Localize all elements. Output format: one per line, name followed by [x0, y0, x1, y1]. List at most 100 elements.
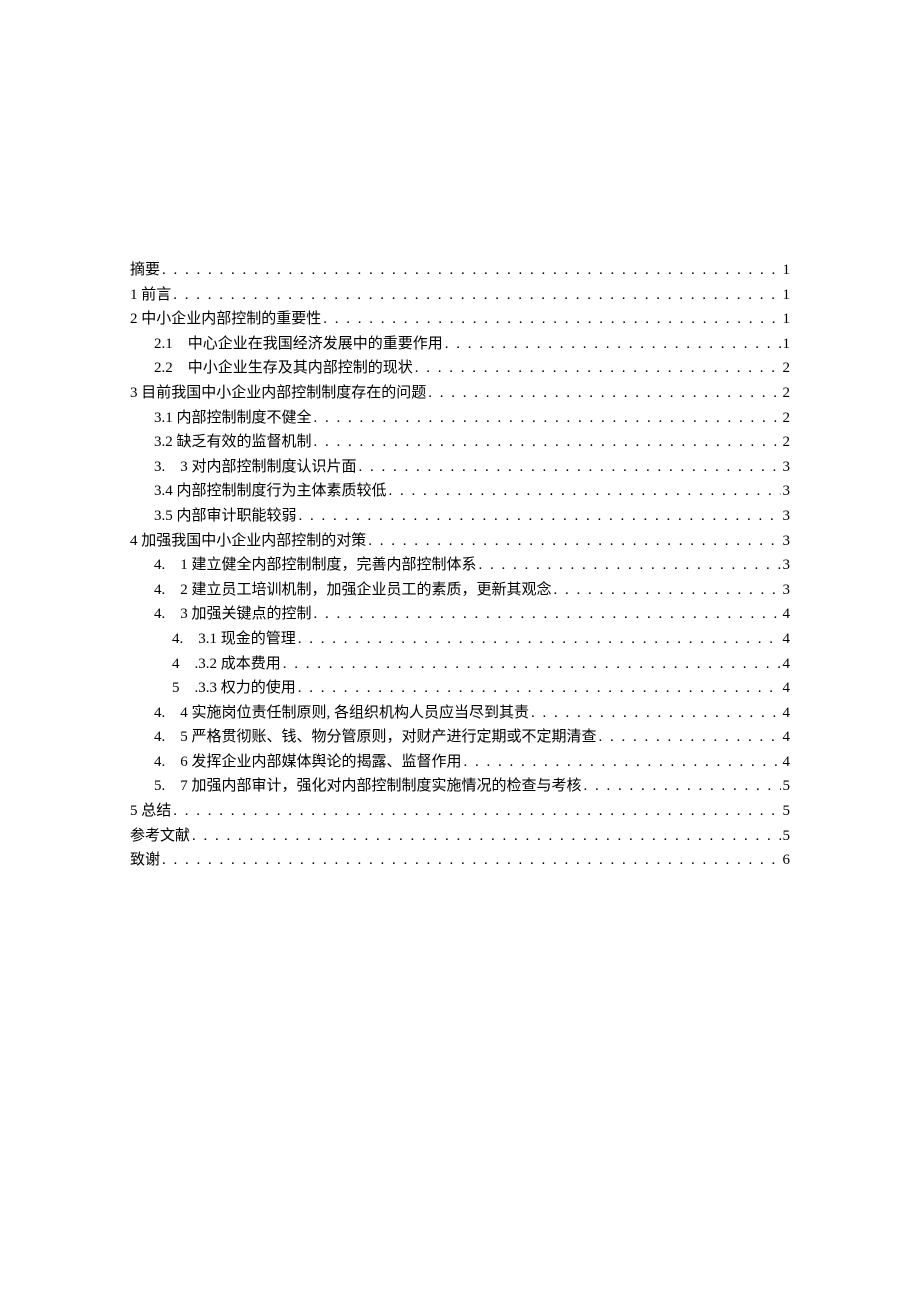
toc-label: 4 .3.2 成本费用 — [172, 652, 281, 677]
toc-page-number: 3 — [783, 578, 791, 603]
toc-label: 4. 3 加强关键点的控制 — [154, 602, 312, 627]
toc-page-number: 1 — [783, 258, 791, 283]
toc-entry: 4. 4 实施岗位责任制原则, 各组织机构人员应当尽到其责 4 — [130, 701, 790, 726]
toc-entry: 2 中小企业内部控制的重要性 1 — [130, 307, 790, 332]
toc-leader-dots — [599, 725, 781, 750]
toc-label: 摘要 — [130, 258, 160, 283]
toc-leader-dots — [415, 356, 781, 381]
toc-page-number: 3 — [783, 553, 791, 578]
toc-entry: 4. 5 严格贯彻账、钱、物分管原则，对财产进行定期或不定期清查 4 — [130, 725, 790, 750]
toc-page-number: 3 — [783, 529, 791, 554]
toc-leader-dots — [192, 824, 780, 849]
toc-label: 3. 3 对内部控制制度认识片面 — [154, 455, 357, 480]
toc-entry: 4. 2 建立员工培训机制，加强企业员工的素质，更新其观念 3 — [130, 578, 790, 603]
toc-page-number: 4 — [783, 750, 791, 775]
toc-entry: 3 目前我国中小企业内部控制制度存在的问题 2 — [130, 381, 790, 406]
toc-label: 3.4 内部控制制度行为主体素质较低 — [154, 479, 387, 504]
toc-label: 1 前言 — [130, 283, 171, 308]
toc-leader-dots — [314, 406, 781, 431]
toc-leader-dots — [298, 627, 781, 652]
toc-leader-dots — [464, 750, 781, 775]
toc-leader-dots — [479, 553, 781, 578]
toc-label: 参考文献 — [130, 824, 190, 849]
toc-page-number: 3 — [783, 504, 791, 529]
toc-label: 4. 5 严格贯彻账、钱、物分管原则，对财产进行定期或不定期清查 — [154, 725, 597, 750]
toc-page-number: 5 — [783, 799, 791, 824]
toc-label: 4 加强我国中小企业内部控制的对策 — [130, 529, 366, 554]
toc-entry: 4. 6 发挥企业内部媒体舆论的揭露、监督作用 4 — [130, 750, 790, 775]
toc-label: 2 中小企业内部控制的重要性 — [130, 307, 321, 332]
toc-leader-dots — [531, 701, 780, 726]
toc-label: 4. 2 建立员工培训机制，加强企业员工的素质，更新其观念 — [154, 578, 552, 603]
toc-entry: 4 .3.2 成本费用 4 — [130, 652, 790, 677]
toc-label: 4. 4 实施岗位责任制原则, 各组织机构人员应当尽到其责 — [154, 701, 529, 726]
toc-leader-dots — [162, 848, 780, 873]
toc-page-number: 1 — [783, 307, 791, 332]
toc-leader-dots — [298, 676, 781, 701]
toc-leader-dots — [173, 283, 780, 308]
toc-entry: 2.2 中小企业生存及其内部控制的现状 2 — [130, 356, 790, 381]
toc-leader-dots — [428, 381, 780, 406]
toc-entry: 5. 7 加强内部审计，强化对内部控制制度实施情况的检查与考核 5 — [130, 774, 790, 799]
toc-label: 4. 1 建立健全内部控制制度，完善内部控制体系 — [154, 553, 477, 578]
toc-entry: 3.5 内部审计职能较弱 3 — [130, 504, 790, 529]
toc-leader-dots — [554, 578, 781, 603]
toc-leader-dots — [162, 258, 780, 283]
toc-label: 3 目前我国中小企业内部控制制度存在的问题 — [130, 381, 426, 406]
toc-entry: 3.1 内部控制制度不健全 2 — [130, 406, 790, 431]
toc-label: 5. 7 加强内部审计，强化对内部控制制度实施情况的检查与考核 — [154, 774, 582, 799]
toc-page-number: 4 — [783, 652, 791, 677]
toc-entry: 1 前言 1 — [130, 283, 790, 308]
toc-page-number: 3 — [783, 455, 791, 480]
toc-page-number: 1 — [783, 332, 791, 357]
toc-entry: 参考文献 5 — [130, 824, 790, 849]
toc-entry: 3. 3 对内部控制制度认识片面 3 — [130, 455, 790, 480]
toc-entry: 4. 3 加强关键点的控制 4 — [130, 602, 790, 627]
toc-label: 2.1 中心企业在我国经济发展中的重要作用 — [154, 332, 443, 357]
toc-leader-dots — [323, 307, 780, 332]
toc-page-number: 1 — [783, 283, 791, 308]
toc-label: 3.1 内部控制制度不健全 — [154, 406, 312, 431]
toc-label: 2.2 中小企业生存及其内部控制的现状 — [154, 356, 413, 381]
toc-label: 5 总结 — [130, 799, 171, 824]
toc-page-number: 2 — [783, 356, 791, 381]
toc-page-number: 4 — [783, 701, 791, 726]
toc-page-number: 4 — [783, 627, 791, 652]
toc-entry: 5 总结 5 — [130, 799, 790, 824]
toc-leader-dots — [283, 652, 781, 677]
toc-leader-dots — [173, 799, 780, 824]
toc-page-number: 2 — [783, 430, 791, 455]
toc-label: 3.2 缺乏有效的监督机制 — [154, 430, 312, 455]
toc-entry: 4 加强我国中小企业内部控制的对策 3 — [130, 529, 790, 554]
toc-leader-dots — [584, 774, 781, 799]
toc-leader-dots — [314, 430, 781, 455]
toc-entry: 致谢 6 — [130, 848, 790, 873]
toc-leader-dots — [445, 332, 781, 357]
toc-leader-dots — [299, 504, 781, 529]
toc-page-number: 3 — [783, 479, 791, 504]
toc-entry: 3.4 内部控制制度行为主体素质较低 3 — [130, 479, 790, 504]
toc-page-number: 4 — [783, 676, 791, 701]
toc-entry: 摘要 1 — [130, 258, 790, 283]
toc-leader-dots — [368, 529, 780, 554]
toc-page-number: 6 — [783, 848, 791, 873]
toc-label: 3.5 内部审计职能较弱 — [154, 504, 297, 529]
toc-page-number: 4 — [783, 725, 791, 750]
toc-entry: 5 .3.3 权力的使用 4 — [130, 676, 790, 701]
toc-entry: 4. 1 建立健全内部控制制度，完善内部控制体系 3 — [130, 553, 790, 578]
toc-entry: 4. 3.1 现金的管理 4 — [130, 627, 790, 652]
toc-leader-dots — [314, 602, 781, 627]
toc-page-number: 4 — [783, 602, 791, 627]
toc-leader-dots — [389, 479, 781, 504]
toc-entry: 3.2 缺乏有效的监督机制 2 — [130, 430, 790, 455]
toc-label: 4. 6 发挥企业内部媒体舆论的揭露、监督作用 — [154, 750, 462, 775]
toc-label: 4. 3.1 现金的管理 — [172, 627, 296, 652]
toc-page-number: 5 — [783, 824, 791, 849]
toc-label: 致谢 — [130, 848, 160, 873]
toc-page-number: 2 — [783, 406, 791, 431]
toc-entry: 2.1 中心企业在我国经济发展中的重要作用 1 — [130, 332, 790, 357]
toc-page-number: 2 — [783, 381, 791, 406]
document-page: 摘要 1 1 前言 1 2 中小企业内部控制的重要性 1 2.1 中心企业在我国… — [0, 0, 920, 1301]
toc-leader-dots — [359, 455, 781, 480]
table-of-contents: 摘要 1 1 前言 1 2 中小企业内部控制的重要性 1 2.1 中心企业在我国… — [130, 258, 790, 873]
